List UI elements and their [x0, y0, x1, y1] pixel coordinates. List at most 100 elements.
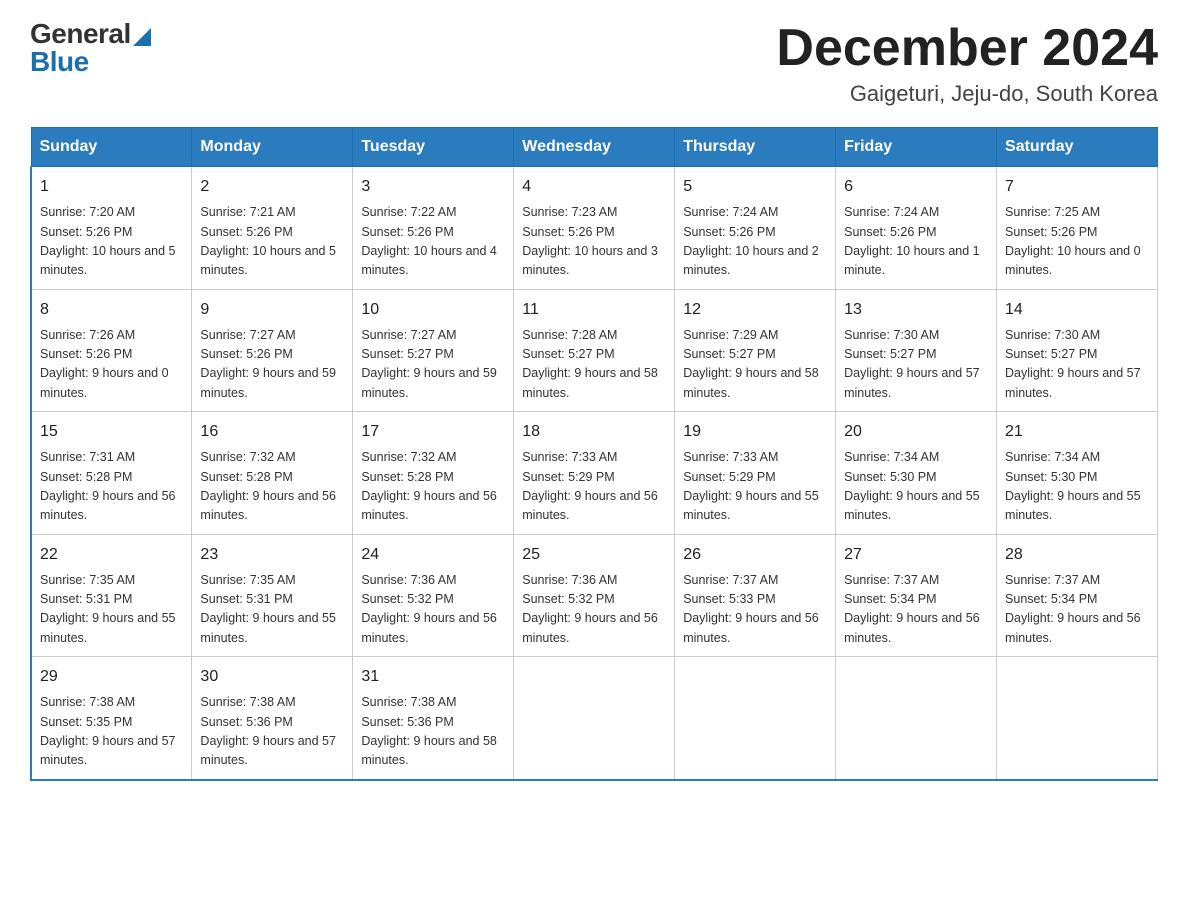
calendar-day-cell: 27 Sunrise: 7:37 AMSunset: 5:34 PMDayligh…: [836, 534, 997, 657]
calendar-day-cell: 2 Sunrise: 7:21 AMSunset: 5:26 PMDaylight…: [192, 167, 353, 290]
calendar-table: SundayMondayTuesdayWednesdayThursdayFrid…: [30, 127, 1158, 781]
calendar-day-cell: 7Sunrise: 7:25 AMSunset: 5:26 PMDaylight…: [997, 167, 1158, 290]
calendar-day-cell: 21 Sunrise: 7:34 AMSunset: 5:30 PMDayligh…: [997, 412, 1158, 535]
calendar-day-cell: 18 Sunrise: 7:33 AMSunset: 5:29 PMDayligh…: [514, 412, 675, 535]
day-info: Sunrise: 7:29 AMSunset: 5:27 PMDaylight:…: [683, 326, 827, 404]
calendar-day-cell: [675, 657, 836, 780]
calendar-day-header: Thursday: [675, 128, 836, 167]
day-info: Sunrise: 7:20 AMSunset: 5:26 PMDaylight:…: [40, 203, 183, 281]
calendar-week-row: 1Sunrise: 7:20 AMSunset: 5:26 PMDaylight…: [31, 167, 1158, 290]
calendar-day-cell: 24 Sunrise: 7:36 AMSunset: 5:32 PMDayligh…: [353, 534, 514, 657]
calendar-day-cell: 13 Sunrise: 7:30 AMSunset: 5:27 PMDayligh…: [836, 289, 997, 412]
day-number: 14: [1005, 298, 1149, 322]
day-number: 15: [40, 420, 183, 444]
day-number: 9: [200, 298, 344, 322]
calendar-day-cell: 4 Sunrise: 7:23 AMSunset: 5:26 PMDaylight…: [514, 167, 675, 290]
day-number: 18: [522, 420, 666, 444]
day-info: Sunrise: 7:37 AMSunset: 5:34 PMDaylight:…: [844, 571, 988, 649]
page-title: December 2024: [776, 20, 1158, 77]
day-number: 16: [200, 420, 344, 444]
day-info: Sunrise: 7:34 AMSunset: 5:30 PMDaylight:…: [844, 448, 988, 526]
day-number: 22: [40, 543, 183, 567]
day-info: Sunrise: 7:34 AMSunset: 5:30 PMDaylight:…: [1005, 448, 1149, 526]
calendar-week-row: 29 Sunrise: 7:38 AMSunset: 5:35 PMDayligh…: [31, 657, 1158, 780]
day-info: Sunrise: 7:32 AMSunset: 5:28 PMDaylight:…: [200, 448, 344, 526]
calendar-day-cell: 14 Sunrise: 7:30 AMSunset: 5:27 PMDayligh…: [997, 289, 1158, 412]
calendar-day-cell: 17 Sunrise: 7:32 AMSunset: 5:28 PMDayligh…: [353, 412, 514, 535]
day-number: 6: [844, 175, 988, 199]
day-info: Sunrise: 7:24 AMSunset: 5:26 PMDaylight:…: [844, 203, 988, 281]
day-number: 8: [40, 298, 183, 322]
day-number: 11: [522, 298, 666, 322]
day-info: Sunrise: 7:24 AMSunset: 5:26 PMDaylight:…: [683, 203, 827, 281]
day-number: 3: [361, 175, 505, 199]
day-number: 29: [40, 665, 183, 689]
calendar-day-cell: [514, 657, 675, 780]
calendar-day-cell: 15 Sunrise: 7:31 AMSunset: 5:28 PMDayligh…: [31, 412, 192, 535]
calendar-day-cell: 1Sunrise: 7:20 AMSunset: 5:26 PMDaylight…: [31, 167, 192, 290]
day-info: Sunrise: 7:27 AMSunset: 5:27 PMDaylight:…: [361, 326, 505, 404]
calendar-day-cell: [997, 657, 1158, 780]
page-subtitle: Gaigeturi, Jeju-do, South Korea: [776, 81, 1158, 107]
day-number: 2: [200, 175, 344, 199]
calendar-header-row: SundayMondayTuesdayWednesdayThursdayFrid…: [31, 128, 1158, 167]
day-number: 28: [1005, 543, 1149, 567]
day-info: Sunrise: 7:38 AMSunset: 5:36 PMDaylight:…: [200, 693, 344, 771]
day-info: Sunrise: 7:35 AMSunset: 5:31 PMDaylight:…: [200, 571, 344, 649]
day-info: Sunrise: 7:30 AMSunset: 5:27 PMDaylight:…: [1005, 326, 1149, 404]
calendar-day-cell: 26Sunrise: 7:37 AMSunset: 5:33 PMDayligh…: [675, 534, 836, 657]
calendar-day-header: Friday: [836, 128, 997, 167]
calendar-week-row: 15 Sunrise: 7:31 AMSunset: 5:28 PMDayligh…: [31, 412, 1158, 535]
page-header: General Blue December 2024 Gaigeturi, Je…: [30, 20, 1158, 107]
day-info: Sunrise: 7:31 AMSunset: 5:28 PMDaylight:…: [40, 448, 183, 526]
day-info: Sunrise: 7:38 AMSunset: 5:36 PMDaylight:…: [361, 693, 505, 771]
calendar-day-cell: 19 Sunrise: 7:33 AMSunset: 5:29 PMDayligh…: [675, 412, 836, 535]
day-info: Sunrise: 7:28 AMSunset: 5:27 PMDaylight:…: [522, 326, 666, 404]
calendar-day-cell: 10 Sunrise: 7:27 AMSunset: 5:27 PMDayligh…: [353, 289, 514, 412]
day-number: 25: [522, 543, 666, 567]
day-number: 12: [683, 298, 827, 322]
day-info: Sunrise: 7:37 AMSunset: 5:33 PMDaylight:…: [683, 571, 827, 649]
logo-general-text: General: [30, 20, 131, 48]
day-number: 4: [522, 175, 666, 199]
calendar-day-cell: 16 Sunrise: 7:32 AMSunset: 5:28 PMDayligh…: [192, 412, 353, 535]
day-info: Sunrise: 7:36 AMSunset: 5:32 PMDaylight:…: [522, 571, 666, 649]
calendar-day-header: Wednesday: [514, 128, 675, 167]
day-info: Sunrise: 7:22 AMSunset: 5:26 PMDaylight:…: [361, 203, 505, 281]
day-info: Sunrise: 7:33 AMSunset: 5:29 PMDaylight:…: [683, 448, 827, 526]
calendar-day-header: Monday: [192, 128, 353, 167]
day-info: Sunrise: 7:25 AMSunset: 5:26 PMDaylight:…: [1005, 203, 1149, 281]
day-number: 17: [361, 420, 505, 444]
day-info: Sunrise: 7:33 AMSunset: 5:29 PMDaylight:…: [522, 448, 666, 526]
calendar-day-cell: 22 Sunrise: 7:35 AMSunset: 5:31 PMDayligh…: [31, 534, 192, 657]
day-number: 13: [844, 298, 988, 322]
calendar-day-cell: 31Sunrise: 7:38 AMSunset: 5:36 PMDayligh…: [353, 657, 514, 780]
day-info: Sunrise: 7:35 AMSunset: 5:31 PMDaylight:…: [40, 571, 183, 649]
day-number: 10: [361, 298, 505, 322]
day-info: Sunrise: 7:38 AMSunset: 5:35 PMDaylight:…: [40, 693, 183, 771]
day-info: Sunrise: 7:37 AMSunset: 5:34 PMDaylight:…: [1005, 571, 1149, 649]
calendar-day-cell: 11 Sunrise: 7:28 AMSunset: 5:27 PMDayligh…: [514, 289, 675, 412]
day-number: 5: [683, 175, 827, 199]
day-info: Sunrise: 7:23 AMSunset: 5:26 PMDaylight:…: [522, 203, 666, 281]
calendar-day-cell: 8Sunrise: 7:26 AMSunset: 5:26 PMDaylight…: [31, 289, 192, 412]
day-info: Sunrise: 7:32 AMSunset: 5:28 PMDaylight:…: [361, 448, 505, 526]
day-number: 27: [844, 543, 988, 567]
calendar-day-cell: 25 Sunrise: 7:36 AMSunset: 5:32 PMDayligh…: [514, 534, 675, 657]
calendar-day-cell: 20 Sunrise: 7:34 AMSunset: 5:30 PMDayligh…: [836, 412, 997, 535]
day-number: 21: [1005, 420, 1149, 444]
calendar-day-cell: [836, 657, 997, 780]
calendar-week-row: 8Sunrise: 7:26 AMSunset: 5:26 PMDaylight…: [31, 289, 1158, 412]
day-info: Sunrise: 7:36 AMSunset: 5:32 PMDaylight:…: [361, 571, 505, 649]
calendar-day-cell: 23Sunrise: 7:35 AMSunset: 5:31 PMDayligh…: [192, 534, 353, 657]
logo: General Blue: [30, 20, 151, 76]
day-info: Sunrise: 7:30 AMSunset: 5:27 PMDaylight:…: [844, 326, 988, 404]
day-number: 24: [361, 543, 505, 567]
calendar-day-cell: 5 Sunrise: 7:24 AMSunset: 5:26 PMDaylight…: [675, 167, 836, 290]
day-number: 19: [683, 420, 827, 444]
calendar-day-header: Saturday: [997, 128, 1158, 167]
day-number: 20: [844, 420, 988, 444]
calendar-day-cell: 28 Sunrise: 7:37 AMSunset: 5:34 PMDayligh…: [997, 534, 1158, 657]
logo-triangle-icon: [133, 24, 151, 46]
day-info: Sunrise: 7:21 AMSunset: 5:26 PMDaylight:…: [200, 203, 344, 281]
